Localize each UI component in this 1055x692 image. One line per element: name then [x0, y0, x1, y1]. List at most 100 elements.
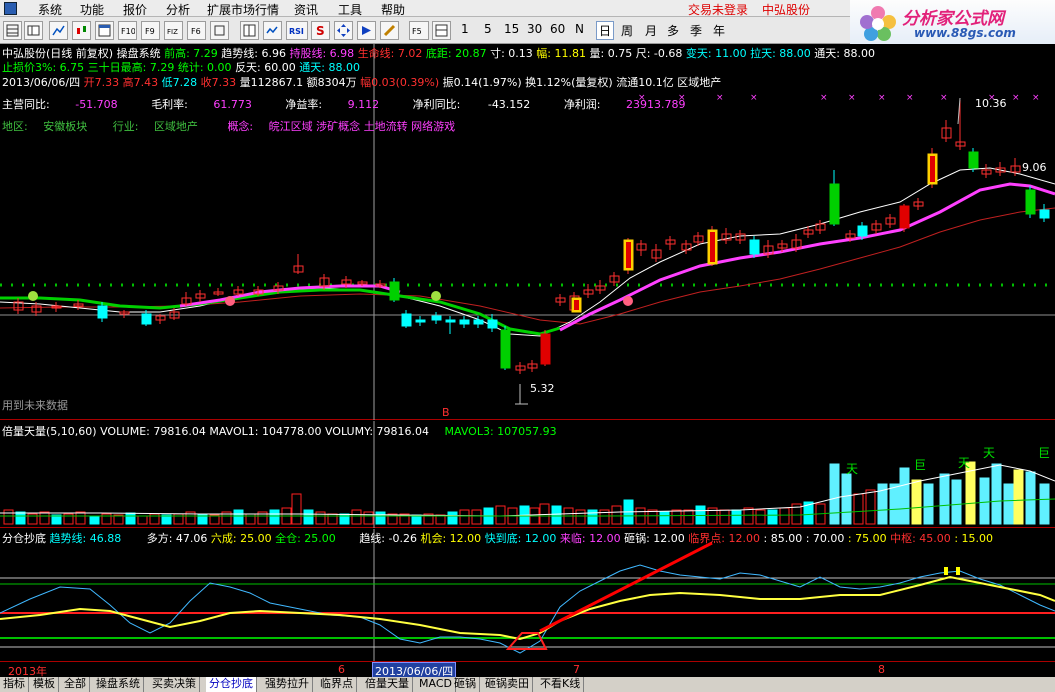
indicator-pane[interactable]: 分仓抄底 趋势线: 46.88 多方: 47.06 六成: 25.00 全仓: …: [0, 529, 1055, 661]
period-1min[interactable]: 1: [461, 22, 469, 36]
future-data-note: 用到未来数据: [2, 399, 68, 412]
candle-body-4: [97, 305, 108, 319]
vol-bar-79: [951, 479, 962, 525]
vol-bar-78: [939, 473, 950, 525]
period-day[interactable]: 日: [596, 21, 615, 40]
line-chart-icon[interactable]: [49, 21, 68, 40]
tab-indicator[interactable]: 指标: [0, 677, 29, 692]
tab-trading-system[interactable]: 操盘系统: [93, 677, 144, 692]
f5-icon[interactable]: F5: [409, 21, 429, 40]
vol-bar-0: [3, 509, 14, 525]
candle-body-66: [1025, 189, 1036, 215]
period-5min[interactable]: 5: [484, 22, 492, 36]
volume-pane[interactable]: 天巨天天巨 倍量天量(5,10,60) VOLUME: 79816.04 MAV…: [0, 421, 1055, 528]
vol-bar-1: [15, 511, 26, 525]
x-mark-10: ×: [1012, 93, 1020, 103]
period-30min[interactable]: 30: [527, 22, 542, 36]
tab-template[interactable]: 模板: [30, 677, 59, 692]
menu-system[interactable]: 系统: [38, 1, 62, 18]
vol-bar-3: [39, 511, 50, 525]
menu-analysis[interactable]: 分析: [166, 1, 190, 18]
rsi-icon[interactable]: RSI: [286, 21, 308, 40]
vol-tag-2: 天: [958, 456, 970, 470]
window-split-icon[interactable]: [240, 21, 259, 40]
tab-critical-point[interactable]: 临界点: [317, 677, 357, 692]
window-icon[interactable]: [95, 21, 114, 40]
candle-body-52: [829, 183, 840, 225]
vol-bar-7: [89, 515, 100, 525]
grid-icon[interactable]: [3, 21, 22, 40]
vol-bar-70: [841, 473, 852, 525]
f10-icon[interactable]: F10: [118, 21, 137, 40]
period-60min[interactable]: 60: [550, 22, 565, 36]
period-month[interactable]: 月: [645, 22, 657, 39]
tab-buy-sell[interactable]: 买卖决策: [149, 677, 200, 692]
vol-bar-54: [647, 509, 658, 525]
login-status-link[interactable]: 交易未登录: [688, 1, 748, 18]
forward-icon[interactable]: [357, 21, 376, 40]
vol-bar-55: [659, 511, 670, 525]
vol-bar-61: [731, 509, 742, 525]
menu-quote[interactable]: 报价: [123, 1, 147, 18]
info-line-2: 止损价3%: 6.75 三十日最高: 7.29 统计: 0.00 反天: 60.…: [2, 61, 360, 74]
menu-extended-market[interactable]: 扩展市场行情: [207, 1, 279, 18]
vol-bar-64: [767, 509, 778, 525]
pen-icon[interactable]: [380, 21, 399, 40]
f9-icon[interactable]: F9: [141, 21, 160, 40]
vol-bar-49: [587, 509, 598, 525]
vol-bar-72: [865, 489, 876, 525]
period-multi[interactable]: 多: [667, 22, 679, 39]
period-quarter[interactable]: 季: [690, 22, 702, 39]
vol-bar-31: [375, 511, 386, 525]
menu-help[interactable]: 帮助: [381, 1, 405, 18]
svg-text:FIZ: FIZ: [167, 28, 178, 36]
s-icon[interactable]: S: [311, 21, 330, 40]
tab-smash-pot[interactable]: 砸锅: [451, 677, 480, 692]
menu-info[interactable]: 资讯: [294, 1, 318, 18]
x-mark-11: ×: [1032, 93, 1040, 103]
brand-url: www.88gs.com: [914, 26, 1016, 40]
vol-bar-77: [923, 483, 934, 525]
period-n[interactable]: N: [575, 22, 584, 36]
vol-bar-74: [889, 483, 900, 525]
menu-tools[interactable]: 工具: [338, 1, 362, 18]
period-15min[interactable]: 15: [504, 22, 519, 36]
period-week[interactable]: 周: [621, 22, 633, 39]
vol-bar-81: [979, 477, 990, 525]
tab-strong-rally[interactable]: 强势拉升: [262, 677, 313, 692]
tab-macd[interactable]: MACD: [416, 677, 456, 692]
tab-bottom-fishing[interactable]: 分仓抄底: [206, 677, 257, 692]
main-kline-pane[interactable]: B × × × × × × × × × × × × 中弘股份(日线 前复权) 操盘系统 前高: 7.2…: [0, 44, 1055, 420]
vol-bar-75: [899, 467, 910, 525]
kline-icon[interactable]: [72, 21, 91, 40]
tab-double-volume[interactable]: 倍量天量: [362, 677, 413, 692]
x-mark-6: ×: [878, 93, 886, 103]
vol-chart-icon[interactable]: [263, 21, 282, 40]
toolbar: F10 F9 FIZ F6 RSI S F5 1 5 15 30 60 N 日 …: [0, 17, 850, 44]
f6-icon[interactable]: F6: [187, 21, 206, 40]
fiz-icon[interactable]: FIZ: [164, 21, 183, 40]
period-year[interactable]: 年: [713, 22, 725, 39]
x-mark-5: ×: [848, 93, 856, 103]
layout-icon[interactable]: [432, 21, 451, 40]
candle-body-6: [141, 313, 152, 325]
tab-smash-pot-sell[interactable]: 砸锅卖田: [482, 677, 533, 692]
tab-all[interactable]: 全部: [61, 677, 90, 692]
table-icon[interactable]: [24, 21, 43, 40]
indicator-tabs: 指标 模板 全部 操盘系统 买卖决策 分仓抄底 强势拉升 临界点 倍量天量 MA…: [0, 677, 1055, 692]
volume-header: 倍量天量(5,10,60) VOLUME: 79816.04 MAVOL1: 1…: [2, 425, 557, 438]
stock-name-link[interactable]: 中弘股份: [762, 1, 810, 18]
vol-bar-11: [137, 515, 148, 525]
move-icon[interactable]: [334, 21, 353, 40]
candle-body-62: [968, 151, 979, 169]
tab-hide-kline[interactable]: 不看K线: [537, 677, 585, 692]
menu-function[interactable]: 功能: [80, 1, 104, 18]
brand-banner: 分析家公式网 www.88gs.com: [850, 0, 1055, 44]
vol-bar-30: [363, 511, 374, 525]
signal-candle-core-0: [626, 242, 631, 268]
indicator-chart-svg[interactable]: [0, 529, 1055, 661]
vol-bar-62: [743, 507, 754, 525]
buy-marker: B: [442, 406, 450, 419]
candle-body-21: [401, 313, 412, 327]
f7-icon[interactable]: [210, 21, 229, 40]
